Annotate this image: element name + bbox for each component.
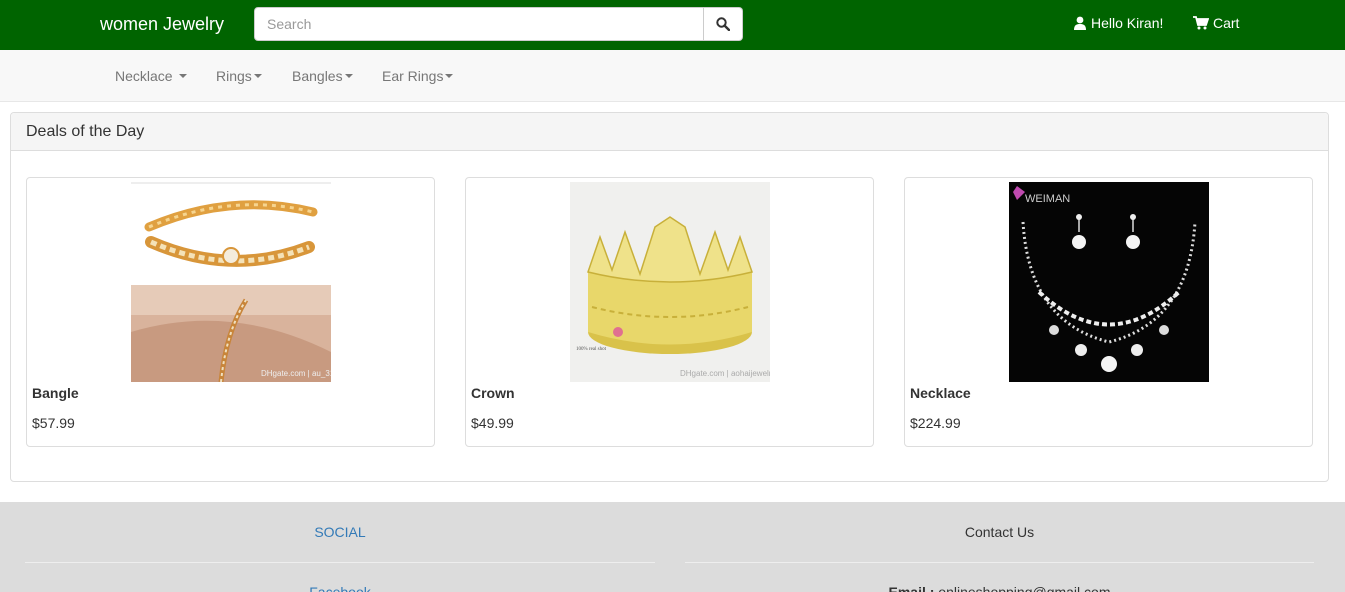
category-label: Bangles [292, 68, 343, 84]
category-rings-dropdown[interactable]: Rings [216, 68, 262, 84]
product-card-necklace[interactable]: WEIMAN Necklace $224.99 [904, 177, 1313, 447]
search-button[interactable] [704, 7, 743, 41]
cart-label: Cart [1213, 15, 1240, 31]
footer-facebook-row: Facebook [25, 584, 655, 592]
category-bangles-dropdown[interactable]: Bangles [292, 68, 353, 84]
category-label: Rings [216, 68, 252, 84]
cart-link[interactable]: Cart [1193, 15, 1239, 31]
caret-down-icon [253, 74, 262, 78]
product-card-bangle[interactable]: DHgate.com | au_313 Bangle $57.99 [26, 177, 435, 447]
bangle-watermark: DHgate.com | au_313 [261, 369, 331, 378]
facebook-link[interactable]: Facebook [309, 584, 370, 592]
footer: SOCIAL Facebook Contact Us Email : onlin… [0, 502, 1345, 592]
search-bar [254, 7, 743, 41]
top-navbar: women Jewelry Hello Kiran! Cart [0, 0, 1345, 50]
weiman-logo: WEIMAN [1025, 193, 1070, 205]
caret-down-icon [178, 74, 187, 78]
category-navbar: Necklace Rings Bangles Ear Rings [0, 50, 1345, 102]
product-name[interactable]: Necklace [910, 385, 971, 401]
product-name[interactable]: Crown [471, 385, 515, 401]
product-name[interactable]: Bangle [32, 385, 79, 401]
user-greeting-label: Hello Kiran! [1091, 15, 1164, 31]
product-image-crown[interactable]: 100% real shot DHgate.com | aohaijewelry [570, 182, 770, 382]
caret-down-icon [344, 74, 353, 78]
product-card-crown[interactable]: 100% real shot DHgate.com | aohaijewelry… [465, 177, 874, 447]
footer-social-title: SOCIAL [25, 524, 655, 540]
category-necklace-dropdown[interactable]: Necklace [115, 68, 187, 84]
category-label: Ear Rings [382, 68, 444, 84]
svg-text:100% real shot: 100% real shot [576, 347, 607, 352]
product-price: $49.99 [471, 415, 514, 431]
product-price: $57.99 [32, 415, 75, 431]
product-image-necklace[interactable]: WEIMAN [1009, 182, 1209, 382]
product-price: $224.99 [910, 415, 961, 431]
footer-divider [685, 562, 1314, 563]
brand-logo[interactable]: women Jewelry [100, 14, 224, 35]
search-icon [716, 17, 730, 31]
footer-email-row: Email : onlineshopping@gmail.com [685, 584, 1314, 592]
deals-panel-title: Deals of the Day [11, 113, 1328, 151]
footer-divider [25, 562, 655, 563]
user-greeting-link[interactable]: Hello Kiran! [1073, 15, 1163, 31]
footer-contact-title: Contact Us [964, 524, 1035, 540]
category-label: Necklace [115, 68, 173, 84]
product-image-bangle[interactable]: DHgate.com | au_313 [131, 182, 331, 382]
social-heading-link[interactable]: SOCIAL [314, 524, 365, 540]
category-earrings-dropdown[interactable]: Ear Rings [382, 68, 454, 84]
shopping-cart-icon [1193, 16, 1209, 30]
caret-down-icon [445, 74, 454, 78]
search-input[interactable] [254, 7, 704, 41]
email-label: Email : [888, 584, 935, 592]
deals-panel: Deals of the Day DHgate.com | au_313 Ban… [10, 112, 1329, 482]
user-icon [1074, 16, 1086, 30]
crown-watermark: DHgate.com | aohaijewelry [680, 369, 770, 378]
email-value: onlineshopping@gmail.com [938, 584, 1111, 592]
